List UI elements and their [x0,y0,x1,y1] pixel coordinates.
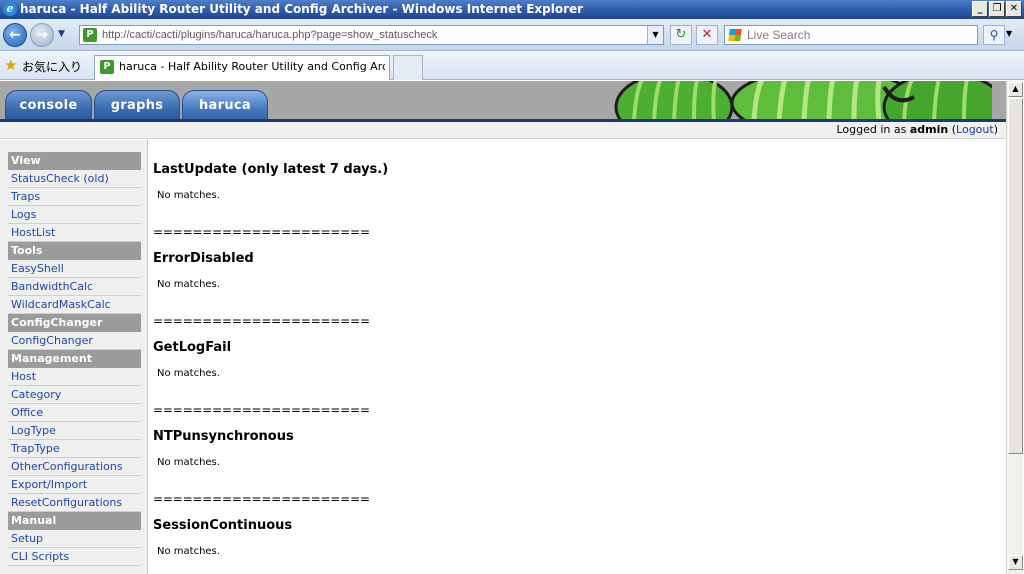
menu-item-easyshell[interactable]: EasyShell [8,260,141,278]
menu-item-bandwidthcalc[interactable]: BandwidthCalc [8,278,141,296]
section-separator: ====================== [153,403,370,417]
window-controls: _ ❐ ✕ [972,1,1022,17]
favorites-button[interactable]: お気に入り [22,58,82,75]
menu-header-view: View [8,152,141,170]
section-message-getlogfail: No matches. [157,368,220,379]
favorites-bar: ★ お気に入り P haruca - Half Ability Router U… [0,52,1024,80]
section-separator: ====================== [153,314,370,328]
scrollbar-thumb[interactable] [1008,98,1023,454]
login-status-bar: Logged in as admin (Logout) [0,122,1006,139]
address-dropdown-icon[interactable]: ▼ [647,26,663,44]
tab-graphs[interactable]: graphs [94,90,180,119]
section-title-sessioncontinuous: SessionContinuous [153,518,293,533]
vertical-scrollbar[interactable]: ▲ ▼ [1006,81,1023,574]
search-box[interactable]: Live Search [724,25,978,45]
menu-item-statuscheck[interactable]: StatusCheck (old) [8,170,141,188]
cacti-banner: console graphs haruca [0,81,1006,119]
section-message-lastupdate: No matches. [157,190,220,201]
menu-header-tools: Tools [8,242,141,260]
menu-item-setup[interactable]: Setup [8,530,141,548]
live-search-logo-icon [728,29,742,41]
menu-item-traps[interactable]: Traps [8,188,141,206]
new-tab-button[interactable] [393,55,423,80]
menu-item-category[interactable]: Category [8,386,141,404]
browser-tab-haruca[interactable]: P haruca - Half Ability Router Utility a… [94,55,390,80]
section-title-getlogfail: GetLogFail [153,340,232,355]
menu-item-logs[interactable]: Logs [8,206,141,224]
scroll-down-arrow-icon[interactable]: ▼ [1008,555,1023,570]
navigation-bar: ← → ▼ P http://cacti/cacti/plugins/haruc… [0,19,1024,51]
tab-haruca[interactable]: haruca [182,90,268,119]
forward-button[interactable]: → [30,23,54,47]
menu-item-export-import[interactable]: Export/Import [8,476,141,494]
menu-item-otherconfigurations[interactable]: OtherConfigurations [8,458,141,476]
menu-item-configchanger[interactable]: ConfigChanger [8,332,141,350]
menu-item-host[interactable]: Host [8,368,141,386]
status-check-content: LastUpdate (only latest 7 days.) No matc… [153,140,1003,574]
section-title-errordisabled: ErrorDisabled [153,251,254,266]
menu-item-cli-scripts[interactable]: CLI Scripts [8,548,141,566]
menu-item-wildcardmaskcalc[interactable]: WildcardMaskCalc [8,296,141,314]
menu-item-logtype[interactable]: LogType [8,422,141,440]
window-titlebar: e haruca - Half Ability Router Utility a… [0,0,1024,19]
menu-header-configchanger: ConfigChanger [8,314,141,332]
section-title-lastupdate: LastUpdate (only latest 7 days.) [153,162,389,177]
menu-item-office[interactable]: Office [8,404,141,422]
restore-button[interactable]: ❐ [989,1,1005,17]
browser-tab-title: haruca - Half Ability Router Utility and… [119,60,385,73]
section-separator: ====================== [153,492,370,506]
tab-console[interactable]: console [5,90,92,119]
refresh-button[interactable]: ↻ [670,25,692,45]
address-url[interactable]: http://cacti/cacti/plugins/haruca/haruca… [102,26,437,44]
section-separator: ====================== [153,225,370,239]
scroll-up-arrow-icon[interactable]: ▲ [1008,82,1023,97]
section-message-errordisabled: No matches. [157,279,220,290]
tab-favicon-icon: P [100,60,114,74]
page-viewport: console graphs haruca Logged in as admin… [0,81,1024,574]
menu-item-hostlist[interactable]: HostList [8,224,141,242]
menu-item-resetconfigurations[interactable]: ResetConfigurations [8,494,141,512]
menu-item-traptype[interactable]: TrapType [8,440,141,458]
search-input[interactable]: Live Search [747,26,810,44]
minimize-button[interactable]: _ [972,1,988,17]
ie-logo-icon: e [3,2,17,16]
section-message-sessioncontinuous: No matches. [157,546,220,557]
sidebar-menu: View StatusCheck (old) Traps Logs HostLi… [0,140,148,574]
menu-header-manual: Manual [8,512,141,530]
window-title: haruca - Half Ability Router Utility and… [20,2,584,16]
stop-button[interactable]: ✕ [696,25,718,45]
address-bar[interactable]: P http://cacti/cacti/plugins/haruca/haru… [79,25,664,45]
close-button[interactable]: ✕ [1006,1,1022,17]
cactus-banner-image [614,81,1006,119]
section-message-ntpunsynchronous: No matches. [157,457,220,468]
section-title-ntpunsynchronous: NTPunsynchronous [153,429,294,444]
search-button[interactable]: ⚲ [983,25,1005,45]
site-favicon-icon: P [83,28,97,42]
back-button[interactable]: ← [3,23,27,47]
login-username: admin [909,123,949,136]
search-options-dropdown-icon[interactable]: ▼ [1006,29,1012,38]
favorites-star-icon[interactable]: ★ [4,56,17,74]
recent-pages-dropdown-icon[interactable]: ▼ [58,29,65,39]
logout-link[interactable]: Logout [956,123,994,136]
login-prefix: Logged in as [836,123,907,136]
menu-header-management: Management [8,350,141,368]
